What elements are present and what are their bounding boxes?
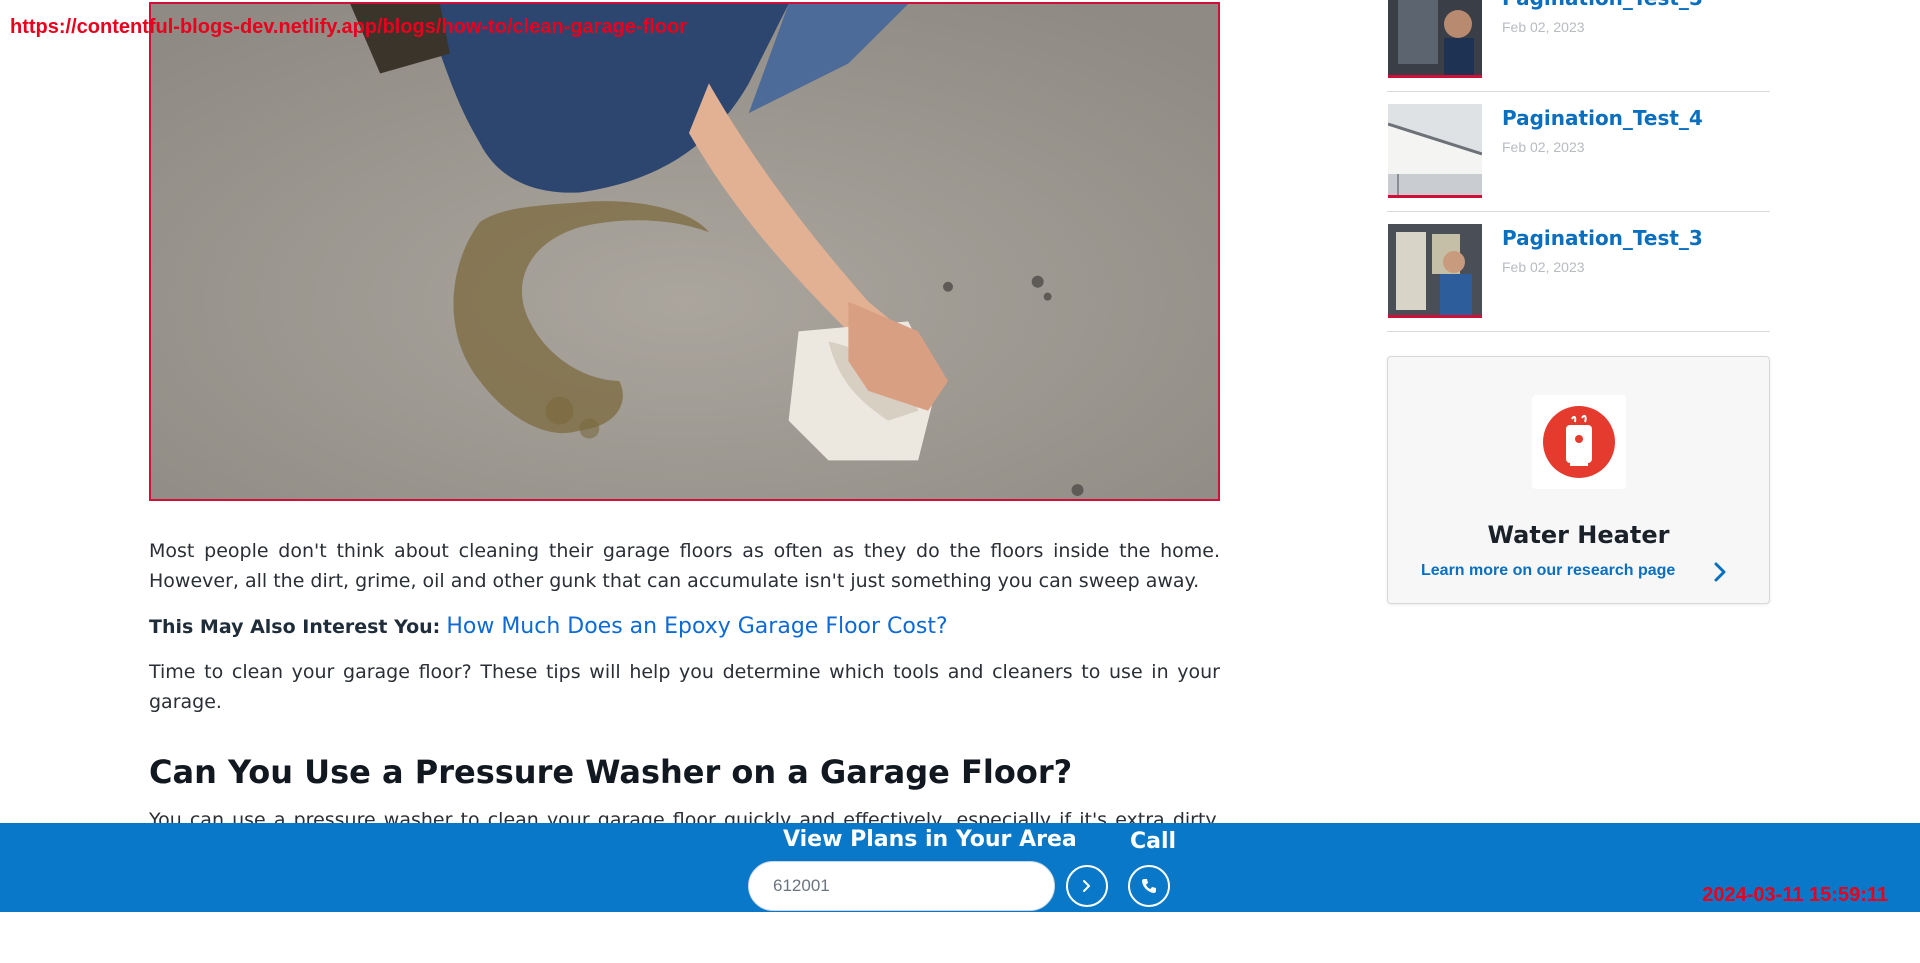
article-tips: Time to clean your garage floor? These t… <box>149 661 1220 713</box>
technician-working-photo <box>1388 224 1482 315</box>
technician-photo <box>1388 0 1482 75</box>
view-plans-title: View Plans in Your Area <box>783 827 1077 852</box>
post-title[interactable]: Pagination_Test_5 <box>1502 0 1703 10</box>
post-date: Feb 02, 2023 <box>1502 259 1585 275</box>
post-thumbnail[interactable] <box>1388 0 1482 78</box>
interest-lead: This May Also Interest You: <box>149 616 441 638</box>
phone-icon <box>1142 879 1156 893</box>
section-heading: Can You Use a Pressure Washer on a Garag… <box>149 753 1073 791</box>
sidebar-recent-posts: Pagination_Test_5 Feb 02, 2023 Paginatio… <box>1387 0 1770 332</box>
timestamp-overlay: 2024-03-11 15:59:11 <box>1702 884 1888 906</box>
post-date: Feb 02, 2023 <box>1502 19 1585 35</box>
interest-line: This May Also Interest You: How Much Doe… <box>149 614 1220 639</box>
view-plans-bar: View Plans in Your Area Call <box>0 823 1920 912</box>
sidebar-post[interactable]: Pagination_Test_3 Feb 02, 2023 <box>1387 212 1770 332</box>
article-intro: Most people don't think about cleaning t… <box>149 540 1220 592</box>
call-label: Call <box>1130 829 1177 854</box>
garage-floor-cleaning-illustration <box>151 4 1218 499</box>
post-thumbnail[interactable] <box>1388 224 1482 318</box>
zip-code-input[interactable] <box>748 861 1055 911</box>
hero-image <box>149 2 1220 501</box>
water-heater-icon-tile <box>1532 395 1626 489</box>
chevron-right-icon[interactable] <box>1710 560 1730 584</box>
research-page-link[interactable]: Learn more on our research page <box>1421 562 1675 580</box>
post-date: Feb 02, 2023 <box>1502 139 1585 155</box>
water-heater-card[interactable]: Water Heater Learn more on our research … <box>1387 356 1770 604</box>
post-title[interactable]: Pagination_Test_3 <box>1502 226 1703 250</box>
post-title[interactable]: Pagination_Test_4 <box>1502 106 1703 130</box>
post-thumbnail[interactable] <box>1388 104 1482 198</box>
chevron-right-icon <box>1083 880 1090 892</box>
url-overlay: https://contentful-blogs-dev.netlify.app… <box>10 16 688 38</box>
water-heater-icon <box>1543 406 1615 478</box>
card-title: Water Heater <box>1487 521 1670 549</box>
sidebar-post[interactable]: Pagination_Test_4 Feb 02, 2023 <box>1387 92 1770 212</box>
epoxy-floor-cost-link[interactable]: How Much Does an Epoxy Garage Floor Cost… <box>446 614 947 639</box>
sidebar-post[interactable]: Pagination_Test_5 Feb 02, 2023 <box>1387 0 1770 92</box>
call-button[interactable] <box>1128 865 1170 907</box>
house-roof-photo <box>1388 104 1482 195</box>
submit-zip-button[interactable] <box>1066 865 1108 907</box>
